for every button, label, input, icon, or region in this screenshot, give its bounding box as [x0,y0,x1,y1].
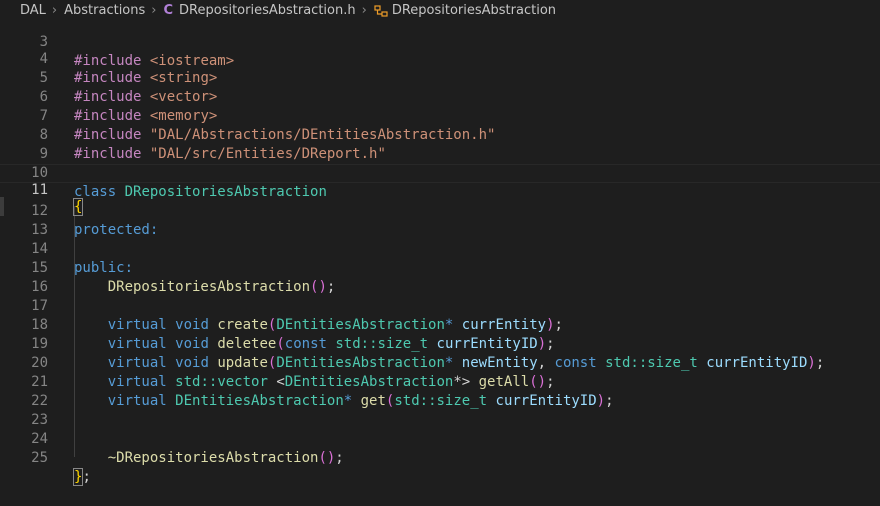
breadcrumb-item-class[interactable]: DRepositoriesAbstraction [392,3,556,18]
code-line[interactable]: 25 }; [0,430,880,486]
code-line[interactable]: 22 [0,373,880,409]
code-line[interactable]: 8 #include "DAL/src/Entities/DReport.h" [0,107,880,162]
chevron-right-icon: › [361,3,367,18]
code-line[interactable]: 4 #include <string> [0,31,880,86]
code-line[interactable]: 21 virtual DEntitiesAbstraction* get(std… [0,354,880,409]
code-line[interactable]: 16 [0,259,880,295]
code-line[interactable]: 6 #include <memory> [0,69,880,124]
code-token: ~DRepositoriesAbstraction [107,450,319,466]
code-line[interactable]: 5 #include <vector> [0,50,880,105]
chevron-right-icon: › [151,3,157,18]
code-line[interactable]: 17 virtual void create(DEntitiesAbstract… [0,278,880,333]
code-editor[interactable]: 3 #include <iostream> 4 #include <string… [0,21,880,500]
code-line[interactable]: 24 ~DRepositoriesAbstraction(); [0,411,880,466]
code-line[interactable]: 19 virtual void update(DEntitiesAbstract… [0,316,880,371]
code-line[interactable]: 13 [0,202,880,238]
code-line[interactable]: 20 virtual std::vector <DEntitiesAbstrac… [0,335,880,390]
breadcrumb: DAL › Abstractions › C DRepositoriesAbst… [0,0,880,21]
chevron-right-icon: › [51,3,58,18]
code-line[interactable]: 23 [0,392,880,428]
code-line[interactable]: 7 #include "DAL/Abstractions/DEntitiesAb… [0,88,880,143]
code-line-current[interactable]: 11 { [0,164,880,216]
c-file-icon: C [163,3,174,18]
code-line[interactable]: 10 class DRepositoriesAbstraction [0,145,880,200]
class-symbol-icon [374,4,388,17]
breadcrumb-item-abstractions[interactable]: Abstractions [64,3,145,18]
code-line[interactable]: 12 protected: [0,183,880,238]
code-token: } [72,468,84,486]
code-line[interactable]: 18 virtual void deletee(const std::size_… [0,297,880,352]
line-number: 25 [31,450,48,466]
breadcrumb-item-dal[interactable]: DAL [20,3,46,18]
code-line[interactable]: 14 public: [0,221,880,276]
code-line[interactable]: 9 [0,126,880,162]
code-line[interactable]: 15 DRepositoriesAbstraction(); [0,240,880,295]
breadcrumb-item-file[interactable]: DRepositoriesAbstraction.h [179,3,356,18]
